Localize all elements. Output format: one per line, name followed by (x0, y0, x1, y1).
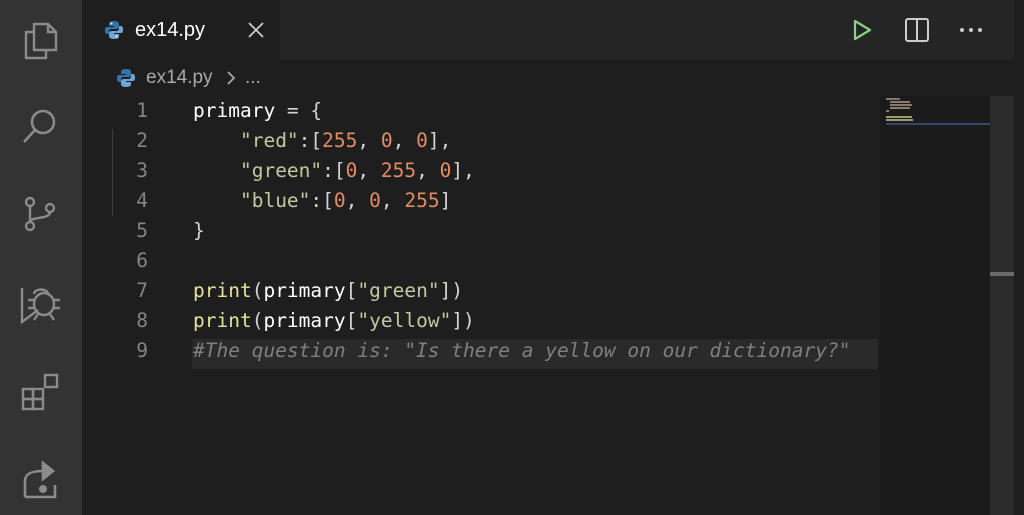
minimap[interactable] (880, 96, 990, 515)
code-token: "green" (357, 279, 440, 302)
run-debug-icon[interactable] (16, 280, 64, 328)
code-token: 255 (404, 189, 440, 212)
breadcrumb: ex14.py ... (82, 60, 1024, 96)
live-share-icon[interactable] (16, 456, 64, 504)
code-token: "yellow" (357, 309, 452, 332)
code-token: = (275, 99, 311, 122)
line-number: 9 (136, 339, 148, 362)
code-token: ]) (439, 279, 464, 302)
tab-label: ex14.py (135, 19, 206, 41)
code-token: , (357, 159, 381, 182)
explorer-icon[interactable] (16, 16, 64, 64)
code-token: primary (263, 279, 346, 302)
code-line[interactable]: 8 print(primary["yellow"]) (82, 306, 880, 336)
code-token: ], (451, 159, 475, 182)
code-text: "green":[0, 255, 0], (193, 156, 475, 186)
python-file-icon (104, 20, 124, 45)
code-token: 0 (416, 129, 428, 152)
code-line[interactable]: 1 primary = { (82, 96, 880, 126)
code-text: print(primary["yellow"]) (193, 306, 475, 336)
code-token: 0 (345, 159, 358, 182)
code-line[interactable]: 6 (82, 246, 880, 276)
activity-bar (0, 0, 82, 515)
code-token: primary (263, 309, 346, 332)
code-token: , (357, 129, 381, 152)
source-control-icon[interactable] (16, 190, 64, 238)
code-text: } (193, 216, 205, 246)
code-token: 0 (380, 129, 393, 152)
code-line[interactable]: 4 "blue":[0, 0, 255] (82, 186, 880, 216)
code-token: , (392, 129, 417, 152)
code-token: "red" (239, 129, 299, 152)
code-line[interactable]: 5} (82, 216, 880, 246)
code-token: 255 (380, 159, 417, 182)
line-number: 3 (136, 159, 148, 182)
code-token: print (193, 279, 252, 302)
tab-ex14[interactable]: ex14.py (82, 0, 280, 60)
code-token: print (193, 309, 252, 332)
code-text: primary = { (193, 96, 322, 126)
extensions-icon[interactable] (16, 368, 64, 416)
split-editor-icon[interactable] (904, 17, 930, 48)
code-token: [ (345, 279, 358, 302)
code-token: [ (345, 309, 358, 332)
python-file-icon (116, 68, 136, 93)
code-text: "blue":[0, 0, 255] (193, 186, 451, 216)
line-number: 1 (136, 99, 148, 122)
code-token: , (416, 159, 440, 182)
code-text: print(primary["green"]) (193, 276, 463, 306)
code-token: 0 (439, 159, 452, 182)
code-token: "green" (239, 159, 323, 182)
code-line[interactable]: 3 "green":[0, 255, 0], (82, 156, 880, 186)
code-line[interactable]: 7 print(primary["green"]) (82, 276, 880, 306)
line-number: 5 (136, 219, 148, 242)
code-token: primary (193, 99, 276, 122)
code-token: ( (251, 309, 264, 332)
line-number: 4 (136, 189, 148, 212)
code-token: ]) (451, 309, 475, 332)
code-token: #The question is: "Is there a yellow on … (193, 339, 851, 362)
code-token: { (310, 99, 323, 122)
breadcrumb-symbols[interactable]: ... (245, 67, 261, 89)
run-icon[interactable] (850, 18, 874, 47)
code-text: #The question is: "Is there a yellow on … (193, 336, 850, 366)
code-token: , (380, 189, 405, 212)
code-token: 255 (322, 129, 358, 152)
line-number: 8 (136, 309, 148, 332)
line-number: 7 (136, 279, 148, 302)
code-token: "blue" (239, 189, 311, 212)
code-token: 0 (369, 189, 381, 212)
tab-bar: ex14.py (82, 0, 1024, 60)
search-icon[interactable] (16, 102, 64, 150)
code-token: ( (251, 279, 264, 302)
indent-guide (112, 129, 113, 216)
code-line[interactable]: 9 #The question is: "Is there a yellow on… (82, 336, 880, 366)
line-number: 6 (136, 249, 148, 272)
code-token: , (345, 189, 370, 212)
code-token: 0 (333, 189, 346, 212)
code-line[interactable]: 2 "red":[255, 0, 0], (82, 126, 880, 156)
code-token: :[ (310, 189, 334, 212)
vertical-scrollbar[interactable] (990, 96, 1014, 515)
code-token: } (193, 219, 205, 242)
close-icon[interactable] (246, 20, 266, 45)
scrollbar-thumb[interactable] (990, 272, 1014, 276)
chevron-right-icon (225, 70, 237, 91)
breadcrumb-file[interactable]: ex14.py (146, 67, 213, 89)
code-token: ] (439, 189, 452, 212)
code-text: "red":[255, 0, 0], (193, 126, 451, 156)
code-token: :[ (298, 129, 323, 152)
more-actions-icon[interactable] (958, 20, 984, 45)
line-number: 2 (136, 129, 148, 152)
code-editor[interactable]: 1 primary = {2 "red":[255, 0, 0], 3 "green… (82, 96, 880, 515)
code-token: :[ (322, 159, 346, 182)
code-token: ], (427, 129, 452, 152)
